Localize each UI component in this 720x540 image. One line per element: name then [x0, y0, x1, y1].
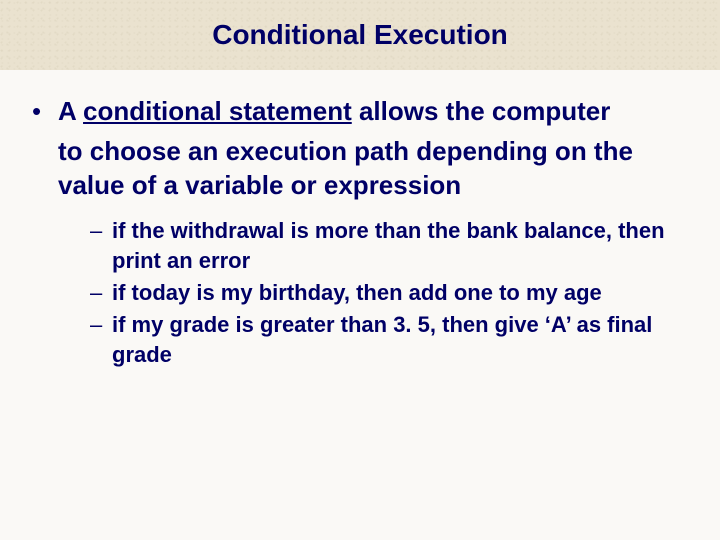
dash-icon: –	[90, 278, 112, 308]
sub-text: if the withdrawal is more than the bank …	[112, 216, 690, 276]
sub-text: if my grade is greater than 3. 5, then g…	[112, 310, 690, 370]
slide-content: • A conditional statement allows the com…	[0, 70, 720, 370]
main-text-line2: to choose an execution path depending on…	[58, 134, 690, 202]
sub-bullet-item: – if the withdrawal is more than the ban…	[90, 216, 690, 276]
sub-bullet-item: – if my grade is greater than 3. 5, then…	[90, 310, 690, 370]
sub-bullet-item: – if today is my birthday, then add one …	[90, 278, 690, 308]
main-text-line1: A conditional statement allows the compu…	[58, 94, 610, 128]
main-bullet: • A conditional statement allows the com…	[30, 94, 690, 128]
title-band: Conditional Execution	[0, 0, 720, 70]
main-prefix: A	[58, 96, 83, 126]
sub-bullet-list: – if the withdrawal is more than the ban…	[90, 216, 690, 370]
main-underlined: conditional statement	[83, 96, 352, 126]
main-suffix: allows the computer	[352, 96, 611, 126]
bullet-dot: •	[30, 94, 58, 128]
dash-icon: –	[90, 216, 112, 276]
dash-icon: –	[90, 310, 112, 370]
sub-text: if today is my birthday, then add one to…	[112, 278, 602, 308]
slide-title: Conditional Execution	[212, 19, 508, 51]
